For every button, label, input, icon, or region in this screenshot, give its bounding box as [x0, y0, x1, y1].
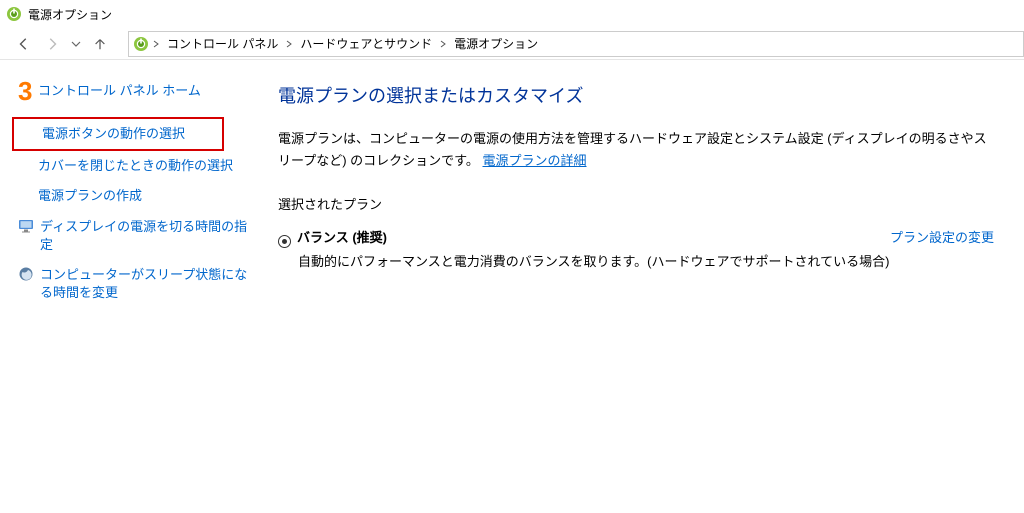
highlight-annotation: 電源ボタンの動作の選択 [12, 117, 224, 151]
breadcrumb-label: ハードウェアとサウンド [300, 35, 432, 52]
sidebar-item-lid-close-action[interactable]: カバーを閉じたときの動作の選択 [14, 151, 252, 181]
breadcrumb-label: 電源オプション [454, 35, 538, 52]
plan-radio[interactable] [278, 235, 291, 248]
sidebar-item-label: 電源プランの作成 [38, 187, 142, 205]
forward-button[interactable] [42, 34, 62, 54]
annotation-step: 3 [18, 78, 32, 104]
sidebar-item-display-off-time[interactable]: ディスプレイの電源を切る時間の指定 [14, 212, 252, 260]
sidebar-item-sleep-time[interactable]: コンピューターがスリープ状態になる時間を変更 [14, 260, 252, 308]
titlebar: 電源オプション [0, 0, 1024, 28]
chevron-right-icon[interactable] [438, 40, 448, 48]
recent-dropdown[interactable] [70, 34, 82, 54]
page-description: 電源プランは、コンピューターの電源の使用方法を管理するハードウェア設定とシステム… [278, 128, 994, 172]
chevron-right-icon[interactable] [284, 40, 294, 48]
up-button[interactable] [90, 34, 110, 54]
back-button[interactable] [14, 34, 34, 54]
sidebar-item-label: ディスプレイの電源を切る時間の指定 [40, 218, 248, 254]
breadcrumb-hardware-sound[interactable]: ハードウェアとサウンド [296, 32, 436, 56]
display-icon [18, 218, 34, 234]
change-plan-settings-link[interactable]: プラン設定の変更 [890, 227, 994, 246]
power-options-icon [133, 36, 149, 52]
main-panel: 電源プランの選択またはカスタマイズ 電源プランは、コンピューターの電源の使用方法… [260, 60, 1024, 513]
sidebar-item-create-plan[interactable]: 電源プランの作成 [14, 181, 252, 211]
page-heading: 電源プランの選択またはカスタマイズ [278, 82, 994, 108]
plan-name: バランス (推奨) [297, 227, 387, 246]
content: 3 コントロール パネル ホーム 電源ボタンの動作の選択 カバーを閉じたときの動… [0, 60, 1024, 513]
breadcrumb-control-panel[interactable]: コントロール パネル [163, 32, 282, 56]
sidebar-item-label: コンピューターがスリープ状態になる時間を変更 [40, 266, 248, 302]
chevron-right-icon[interactable] [151, 40, 161, 48]
sidebar-item-power-button-action[interactable]: 電源ボタンの動作の選択 [18, 123, 218, 145]
breadcrumb-label: コントロール パネル [167, 35, 278, 52]
sidebar-item-label: 電源ボタンの動作の選択 [42, 125, 185, 143]
address-bar[interactable]: コントロール パネル ハードウェアとサウンド 電源オプション [128, 31, 1024, 57]
sidebar: 3 コントロール パネル ホーム 電源ボタンの動作の選択 カバーを閉じたときの動… [0, 60, 260, 513]
plan-description: 自動的にパフォーマンスと電力消費のバランスを取ります。(ハードウェアでサポートさ… [298, 252, 994, 273]
plan-row-balance: バランス (推奨) プラン設定の変更 [278, 227, 994, 246]
sidebar-item-label: カバーを閉じたときの動作の選択 [38, 157, 233, 175]
plan-details-link[interactable]: 電源プランの詳細 [483, 153, 587, 168]
selected-plan-label: 選択されたプラン [278, 194, 994, 213]
control-panel-home-link[interactable]: コントロール パネル ホーム [38, 80, 252, 99]
breadcrumb-power-options[interactable]: 電源オプション [450, 32, 542, 56]
sleep-icon [18, 266, 34, 282]
power-options-icon [6, 6, 22, 22]
description-text: 電源プランは、コンピューターの電源の使用方法を管理するハードウェア設定とシステム… [278, 131, 987, 168]
navbar: コントロール パネル ハードウェアとサウンド 電源オプション [0, 28, 1024, 60]
window-title: 電源オプション [28, 6, 112, 23]
